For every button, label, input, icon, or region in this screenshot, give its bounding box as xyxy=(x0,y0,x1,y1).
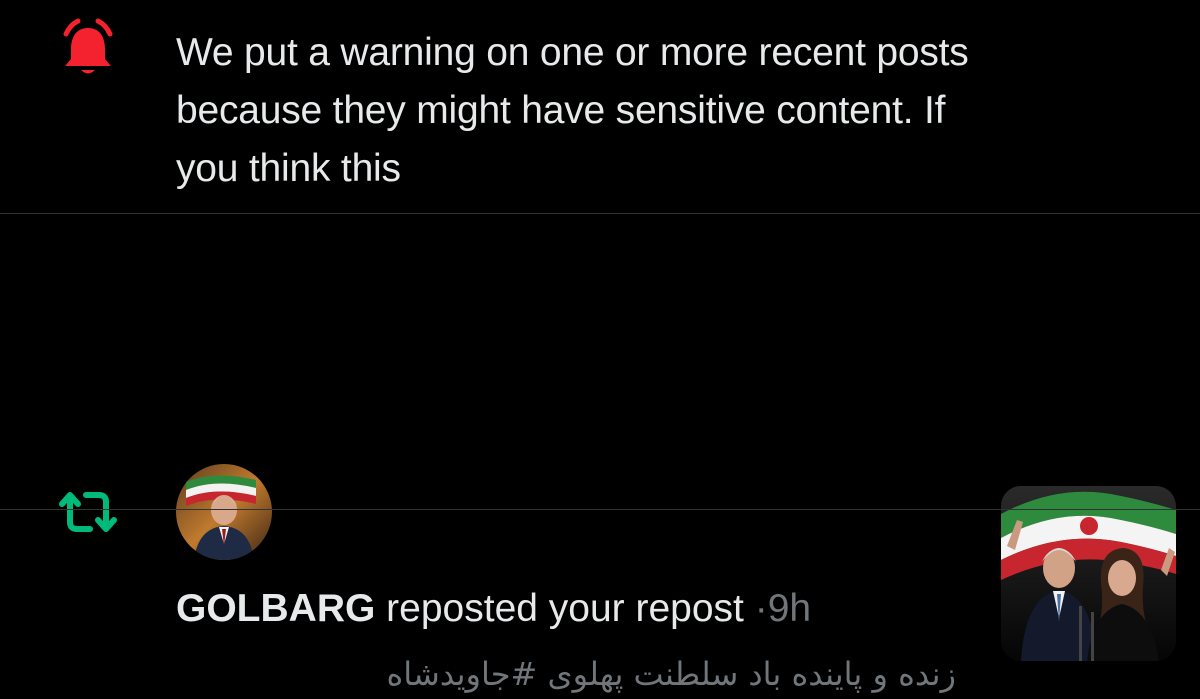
alert-bell-icon xyxy=(63,18,113,74)
avatar-image xyxy=(176,464,272,560)
warning-notification[interactable]: We put a warning on one or more recent p… xyxy=(0,0,1200,213)
warning-message: We put a warning on one or more recent p… xyxy=(176,31,969,190)
post-text: زنده و پاینده باد سلطنت پهلوی #جاویدشاه xyxy=(386,655,956,693)
post-thumbnail[interactable] xyxy=(1001,486,1176,661)
repost-description: GOLBARG reposted your repost ·9h xyxy=(176,584,811,634)
repost-icon xyxy=(59,492,117,532)
user-avatar[interactable] xyxy=(176,464,272,560)
separator-dot: · xyxy=(754,587,768,630)
timestamp[interactable]: 9h xyxy=(768,587,811,630)
user-name[interactable]: GOLBARG xyxy=(176,587,375,630)
repost-notification[interactable]: GOLBARG reposted your repost ·9h زنده و … xyxy=(0,214,1200,693)
action-text: reposted your repost xyxy=(386,587,744,630)
post-image xyxy=(1001,486,1176,661)
divider xyxy=(0,509,1200,510)
